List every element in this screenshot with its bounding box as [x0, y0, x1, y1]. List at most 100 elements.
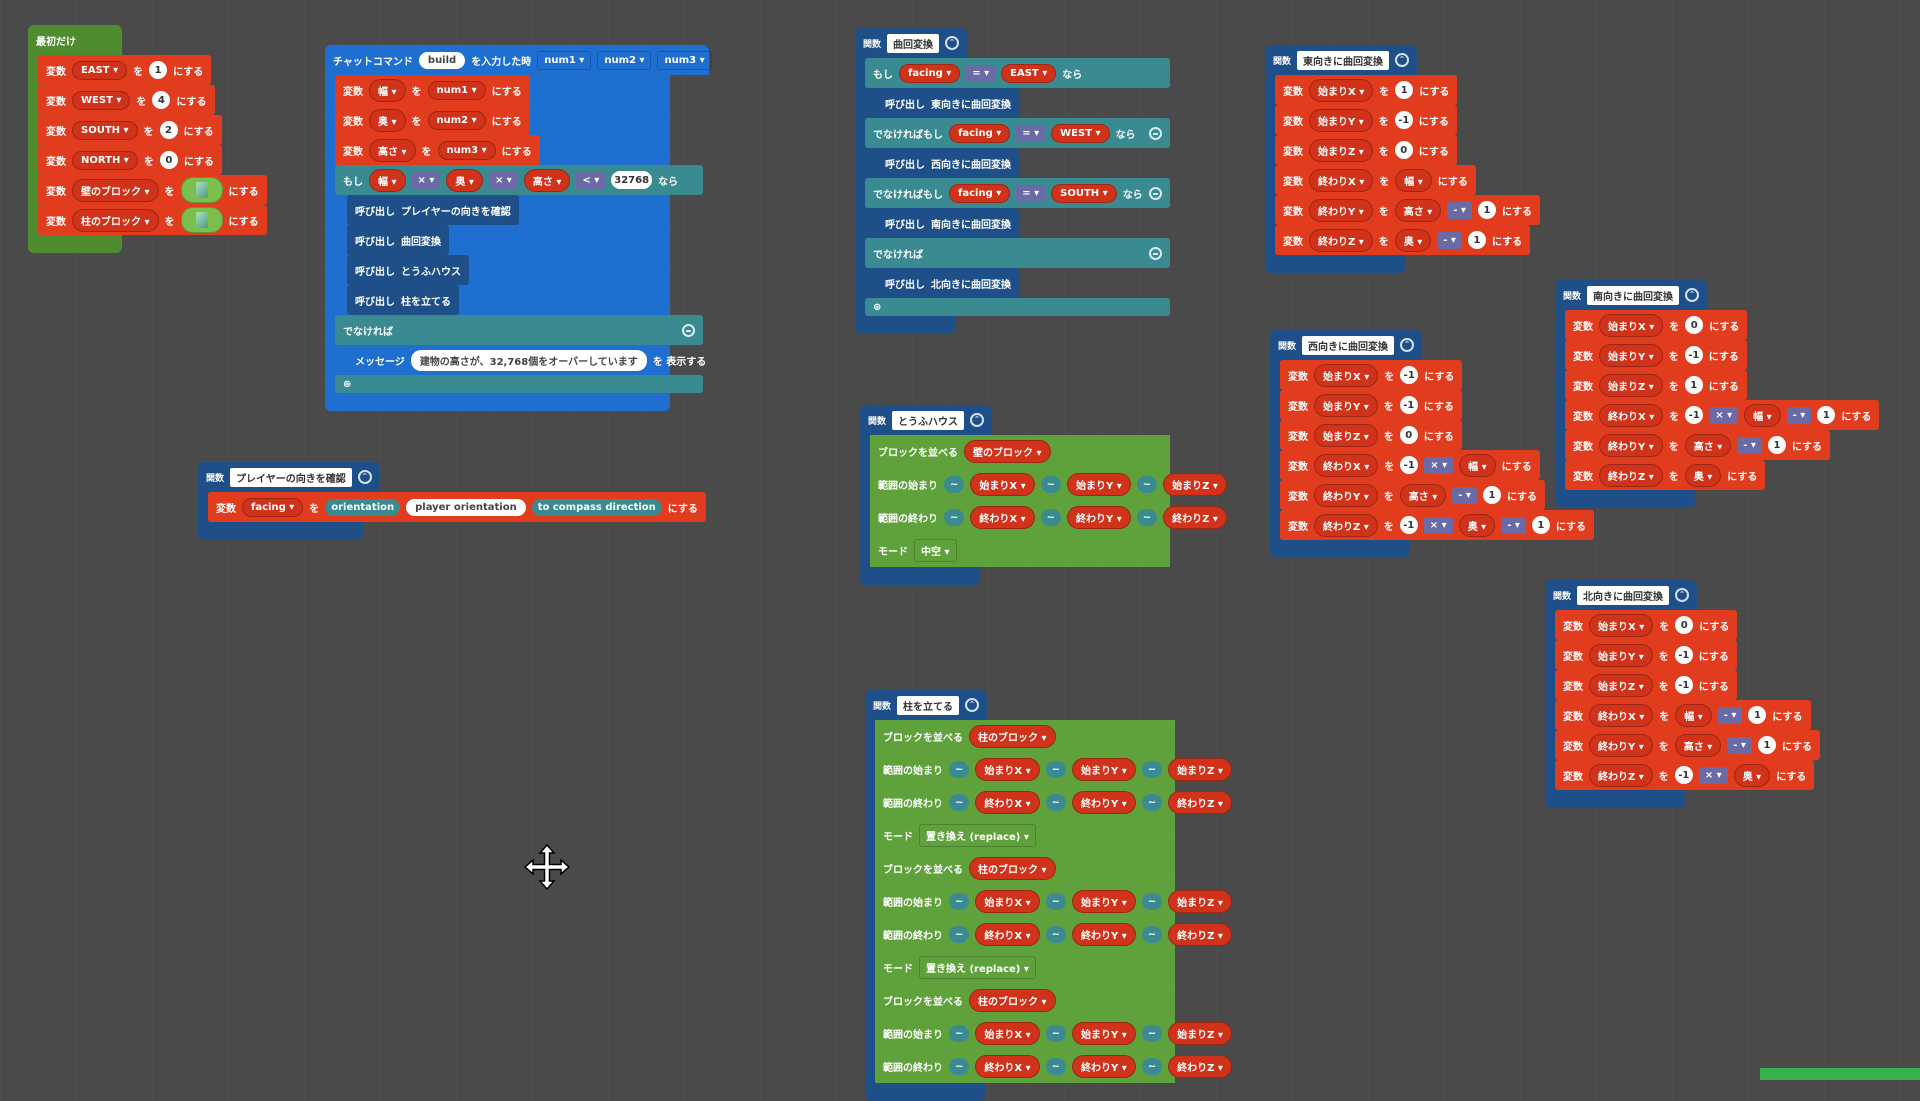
variable-dropdown[interactable]: 高さ: [369, 138, 416, 162]
number-input[interactable]: 0: [1685, 316, 1704, 334]
block-fn-north[interactable]: 関数北向きに曲回変換⌃変数始まりXを0にする変数始まりYを-1にする変数始まりZ…: [1545, 580, 1821, 808]
block-row-red[interactable]: 変数終わりY を高さ-1 にする: [1280, 480, 1546, 510]
operator-dropdown[interactable]: =: [966, 64, 996, 82]
number-input[interactable]: 1: [1482, 486, 1501, 504]
variable-dropdown[interactable]: facing: [949, 183, 1011, 203]
position-field[interactable]: to compass direction: [531, 498, 662, 516]
position-field[interactable]: ~: [944, 509, 965, 526]
variable-dropdown[interactable]: 高さ: [523, 168, 571, 192]
block-row-if[interactable]: もし facing = EAST なら: [865, 58, 1170, 88]
block-row-green[interactable]: 範囲の始まり ~ 始まりX ~ 始まりY ~ 始まりZ: [875, 1017, 1232, 1050]
position-field[interactable]: ~: [1136, 476, 1158, 493]
variable-dropdown[interactable]: 始まりY: [1072, 758, 1136, 781]
block-row-if[interactable]: でなければもし facing = WEST なら: [865, 118, 1170, 148]
collapse-icon[interactable]: ⌃: [945, 36, 960, 50]
block-header[interactable]: 関数 プレイヤーの向きを確認 ⌃: [198, 462, 380, 492]
number-input[interactable]: -1: [1394, 111, 1413, 129]
block-header[interactable]: 関数 柱を立てる ⌃: [865, 690, 988, 720]
variable-dropdown[interactable]: 幅: [369, 168, 406, 192]
block-row-red[interactable]: 変数始まりZ を0 にする: [1280, 420, 1462, 450]
operator-dropdown[interactable]: ×: [488, 171, 518, 189]
block-row-red[interactable]: 変数 SOUTH を2 にする: [38, 115, 222, 145]
variable-dropdown[interactable]: 終わりZ: [1314, 513, 1378, 537]
collapse-icon[interactable]: ⌃: [1675, 588, 1690, 602]
block-row-red[interactable]: 変数終わりX を -1 × 幅にする: [1280, 450, 1540, 480]
variable-dropdown[interactable]: 終わりX: [970, 506, 1035, 529]
variable-dropdown[interactable]: 終わりY: [1072, 1055, 1136, 1078]
number-input[interactable]: 0: [1675, 616, 1694, 634]
block-header[interactable]: 関数 南向きに曲回変換 ⌃: [1555, 280, 1708, 310]
operator-dropdown[interactable]: -: [1452, 486, 1477, 504]
variable-dropdown[interactable]: facing: [899, 63, 961, 83]
function-name-field[interactable]: 曲回変換: [887, 33, 940, 53]
block-row-green[interactable]: 範囲の始まり ~ 始まりX ~ 始まりY ~ 始まりZ: [870, 468, 1227, 501]
position-field[interactable]: ~: [1040, 476, 1062, 493]
variable-dropdown[interactable]: 終わりY: [1314, 483, 1378, 507]
block-row-red[interactable]: 変数 WEST を4 にする: [38, 85, 215, 115]
operator-dropdown[interactable]: ×: [1423, 516, 1453, 534]
function-name-field[interactable]: 南向きに曲回変換: [1587, 285, 1680, 305]
position-field[interactable]: ~: [1045, 794, 1067, 811]
variable-dropdown[interactable]: 終わりY: [1067, 506, 1131, 529]
variable-dropdown[interactable]: 柱のブロック: [969, 857, 1056, 880]
option-dropdown[interactable]: 置き換え (replace): [919, 824, 1036, 847]
variable-dropdown[interactable]: num2: [427, 110, 486, 130]
number-input[interactable]: 1: [1477, 201, 1496, 219]
variable-dropdown[interactable]: 始まりX: [975, 758, 1040, 781]
block-picker[interactable]: [180, 207, 223, 233]
variable-dropdown[interactable]: 始まりX: [1599, 313, 1664, 337]
block-row-red[interactable]: 変数高さを num3 にする: [335, 135, 540, 165]
block-row-green[interactable]: ブロックを並べる 柱のブロック: [875, 720, 1175, 753]
block-row-red[interactable]: 変数始まりX を0 にする: [1565, 310, 1748, 340]
block-row-call[interactable]: 呼び出し とうふハウス: [347, 255, 469, 285]
block-row-red[interactable]: 変数始まりZ を -1 にする: [1555, 670, 1737, 700]
variable-dropdown[interactable]: 終わりZ: [1168, 923, 1232, 946]
variable-dropdown[interactable]: 終わりX: [975, 923, 1040, 946]
variable-dropdown[interactable]: 始まりY: [1067, 473, 1131, 496]
position-field[interactable]: ~: [1141, 794, 1163, 811]
variable-dropdown[interactable]: 終わりZ: [1309, 228, 1373, 252]
block-row-else[interactable]: でなければ: [335, 315, 703, 345]
number-input[interactable]: -1: [1399, 396, 1418, 414]
block-row-if[interactable]: でなければもし facing = SOUTH なら: [865, 178, 1170, 208]
variable-dropdown[interactable]: 高さ: [1394, 198, 1442, 222]
operator-dropdown[interactable]: <: [576, 171, 606, 189]
collapse-icon[interactable]: ⌃: [1400, 338, 1415, 352]
block-row-red[interactable]: 変数始まりY を -1 にする: [1280, 390, 1462, 420]
number-input[interactable]: 0: [159, 151, 178, 169]
block-row-red[interactable]: 変数壁のブロックを にする: [38, 175, 267, 205]
operator-dropdown[interactable]: ×: [1709, 406, 1739, 424]
text-input[interactable]: player orientation: [406, 498, 526, 516]
block-row-red[interactable]: 変数柱のブロックを にする: [38, 205, 267, 235]
block-row-red[interactable]: 変数終わりXを-1×幅-1にする: [1565, 400, 1880, 430]
number-input[interactable]: 1: [1748, 706, 1767, 724]
number-input[interactable]: 0: [1394, 141, 1413, 159]
operator-dropdown[interactable]: -: [1786, 406, 1812, 424]
variable-dropdown[interactable]: 終わりZ: [1168, 1055, 1232, 1078]
collapse-icon[interactable]: ⌃: [965, 698, 980, 712]
position-field[interactable]: ~: [949, 761, 970, 778]
block-row-red[interactable]: 変数終わりZ を -1 × 奥にする: [1555, 760, 1815, 790]
block-row-red[interactable]: 変数幅を num1 にする: [335, 75, 530, 105]
variable-dropdown[interactable]: 始まりY: [1599, 343, 1663, 367]
variable-dropdown[interactable]: facing: [242, 497, 304, 517]
variable-dropdown[interactable]: 高さ: [1684, 433, 1732, 457]
function-name-field[interactable]: 西向きに曲回変換: [1302, 335, 1395, 355]
variable-dropdown[interactable]: 終わりY: [1589, 733, 1653, 757]
text-input[interactable]: build: [418, 51, 466, 69]
number-input[interactable]: 0: [1399, 426, 1418, 444]
block-row-red[interactable]: 変数終わりY を高さ-1 にする: [1555, 730, 1821, 760]
block-row-green[interactable]: 範囲の終わり ~ 終わりX ~ 終わりY ~ 終わりZ: [870, 501, 1227, 534]
number-input[interactable]: 1: [1817, 406, 1836, 424]
variable-dropdown[interactable]: 高さ: [1399, 483, 1447, 507]
block-fn-tofu[interactable]: 関数とうふハウス ⌃ ブロックを並べる壁のブロック範囲の始まり ~ 始まりX ~ 始まりY ~…: [860, 405, 1227, 585]
operator-dropdown[interactable]: =: [1016, 124, 1046, 142]
variable-dropdown[interactable]: 始まりX: [975, 1022, 1040, 1045]
block-row-red[interactable]: 変数終わりZ を奥にする: [1565, 460, 1766, 490]
collapse-icon[interactable]: ⌃: [1395, 53, 1410, 67]
block-row-red[interactable]: 変数終わりZを-1×奥-1にする: [1280, 510, 1594, 540]
variable-dropdown[interactable]: 終わりZ: [1168, 791, 1232, 814]
variable-dropdown[interactable]: WEST: [72, 90, 131, 110]
position-field[interactable]: ~: [949, 1025, 970, 1042]
number-input[interactable]: -1: [1674, 646, 1693, 664]
